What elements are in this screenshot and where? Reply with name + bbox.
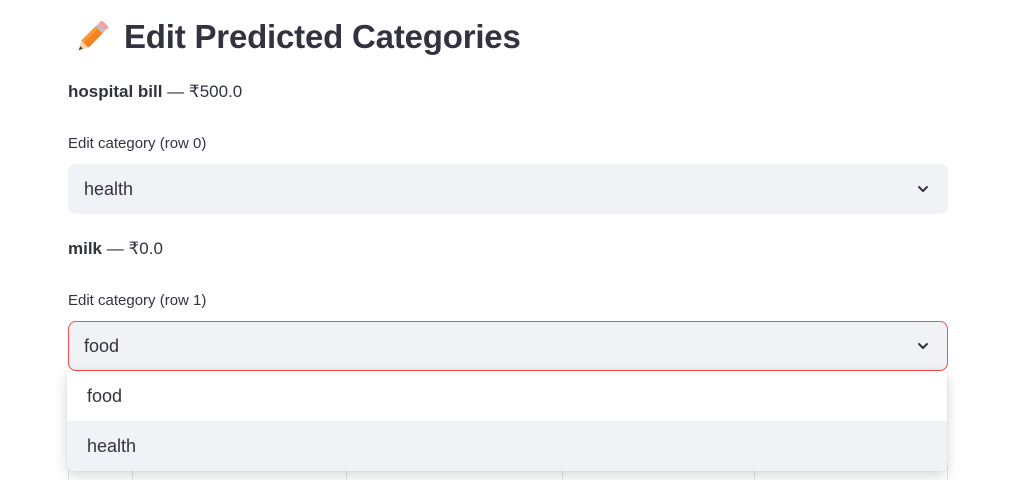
page-title-text: Edit Predicted Categories [124, 18, 521, 55]
row-0-category-select[interactable]: health [68, 164, 948, 214]
row-1-name: milk [68, 239, 103, 258]
dropdown-option-health[interactable]: health [67, 421, 947, 471]
row-1-amount: — ₹0.0 [102, 239, 163, 258]
page-title: Edit Predicted Categories [72, 14, 521, 60]
row-1-category-select[interactable]: food [68, 321, 948, 371]
dropdown-option-food[interactable]: food [67, 371, 947, 421]
row-1-summary: milk — ₹0.0 [68, 239, 163, 259]
chevron-down-icon [918, 343, 928, 349]
chevron-down-icon [918, 186, 928, 192]
row-0-name: hospital bill [68, 82, 163, 101]
row-0-selected-value: health [84, 178, 134, 199]
row-0-summary: hospital bill — ₹500.0 [68, 82, 242, 102]
row-0-amount: — ₹500.0 [162, 82, 243, 101]
pencil-icon [78, 20, 109, 51]
category-dropdown-menu: food health [67, 371, 947, 471]
row-0-category-label: Edit category (row 0) [68, 135, 207, 152]
row-1-category-label: Edit category (row 1) [68, 292, 207, 309]
row-1-selected-value: food [84, 335, 120, 356]
